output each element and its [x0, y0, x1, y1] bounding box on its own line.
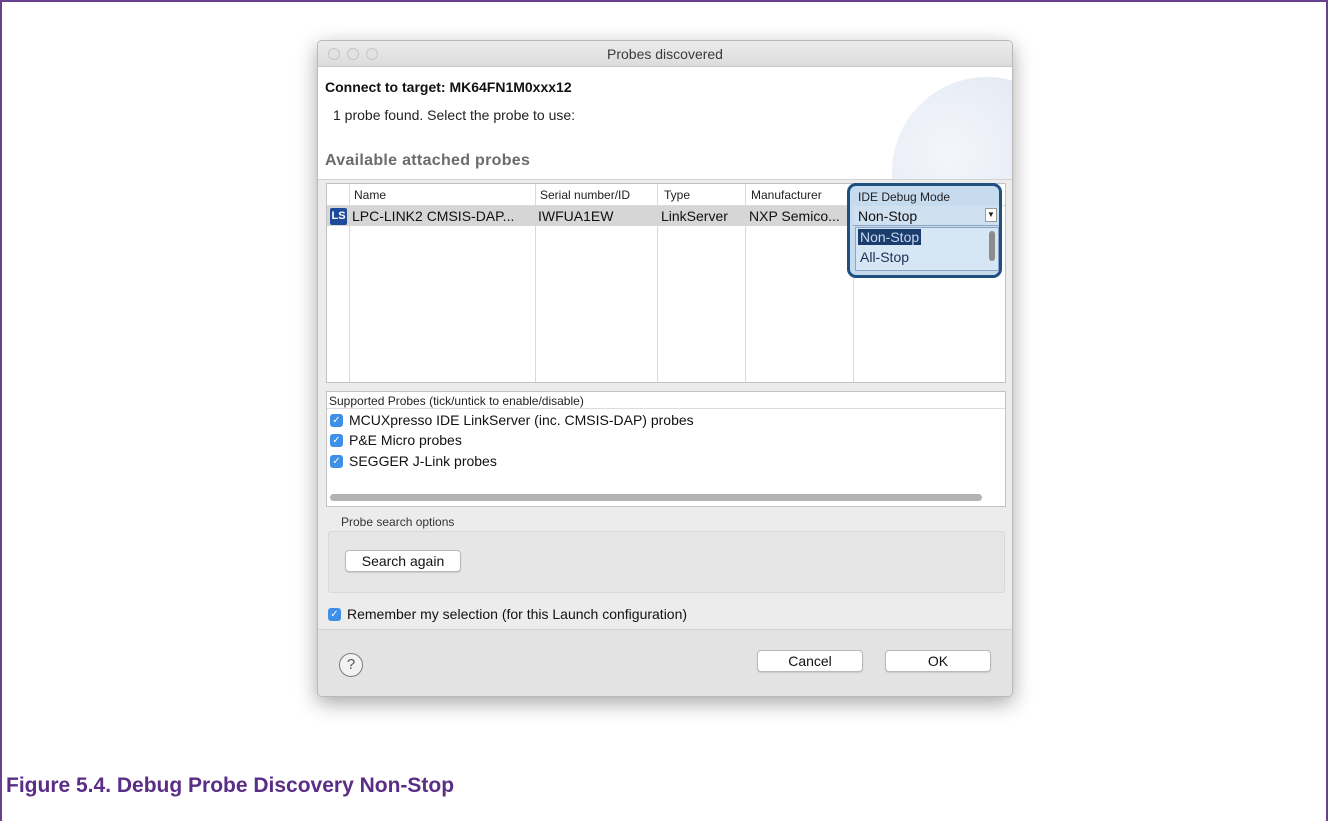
title-bar: Probes discovered [318, 41, 1012, 67]
cancel-button[interactable]: Cancel [757, 650, 863, 672]
linkserver-icon: LS [330, 208, 347, 225]
column-header-debug-mode[interactable]: IDE Debug Mode [858, 190, 950, 204]
divider [327, 408, 1005, 409]
figure-caption: Figure 5.4. Debug Probe Discovery Non-St… [6, 774, 455, 797]
probe-search-group: Search again [328, 531, 1005, 593]
column-header-name[interactable]: Name [354, 188, 386, 202]
supported-probe-label: P&E Micro probes [349, 432, 462, 448]
horizontal-scrollbar[interactable] [330, 494, 982, 501]
debug-mode-select[interactable]: Non-Stop ▼ [853, 206, 999, 226]
remember-selection-label: Remember my selection (for this Launch c… [347, 606, 688, 622]
checkbox-checked-icon[interactable]: ✓ [330, 434, 343, 447]
connect-target-label: Connect to target: MK64FN1M0xxx12 [325, 79, 572, 95]
supported-probes-panel: Supported Probes (tick/untick to enable/… [326, 391, 1006, 507]
probes-dialog: Probes discovered Connect to target: MK6… [317, 40, 1013, 697]
available-probes-heading: Available attached probes [325, 152, 531, 169]
search-again-button[interactable]: Search again [345, 550, 461, 572]
column-header-serial[interactable]: Serial number/ID [540, 188, 630, 202]
option-non-stop[interactable]: Non-Stop [858, 229, 922, 245]
header-decoration [892, 77, 1012, 179]
supported-probe-label: MCUXpresso IDE LinkServer (inc. CMSIS-DA… [349, 412, 694, 428]
checkbox-checked-icon[interactable]: ✓ [330, 455, 343, 468]
checkbox-checked-icon[interactable]: ✓ [328, 608, 341, 621]
debug-mode-selected-value: Non-Stop [858, 208, 918, 224]
dropdown-arrow-icon[interactable]: ▼ [985, 208, 997, 222]
option-all-stop[interactable]: All-Stop [858, 249, 911, 265]
probe-type-cell[interactable]: LinkServer [661, 208, 728, 224]
supported-probes-title: Supported Probes (tick/untick to enable/… [329, 394, 584, 408]
option-list-scrollbar[interactable] [989, 231, 995, 261]
column-header-manufacturer[interactable]: Manufacturer [751, 188, 822, 202]
dialog-footer: ? Cancel OK [318, 629, 1012, 696]
dialog-title: Probes discovered [607, 46, 723, 62]
debug-mode-option-list: Non-Stop All-Stop [855, 227, 999, 271]
checkbox-checked-icon[interactable]: ✓ [330, 414, 343, 427]
probe-name-cell[interactable]: LPC-LINK2 CMSIS-DAP... [352, 208, 514, 224]
probe-manufacturer-cell[interactable]: NXP Semico... [749, 208, 840, 224]
ok-button[interactable]: OK [885, 650, 991, 672]
probe-found-message: 1 probe found. Select the probe to use: [333, 107, 576, 123]
probe-serial-cell[interactable]: IWFUA1EW [538, 208, 613, 224]
help-icon[interactable]: ? [339, 653, 363, 677]
probe-search-options-label: Probe search options [341, 515, 455, 529]
supported-probe-label: SEGGER J-Link probes [349, 453, 497, 469]
column-header-type[interactable]: Type [664, 188, 690, 202]
debug-mode-highlight: IDE Debug Mode Non-Stop ▼ Non-Stop All-S… [847, 183, 1002, 278]
